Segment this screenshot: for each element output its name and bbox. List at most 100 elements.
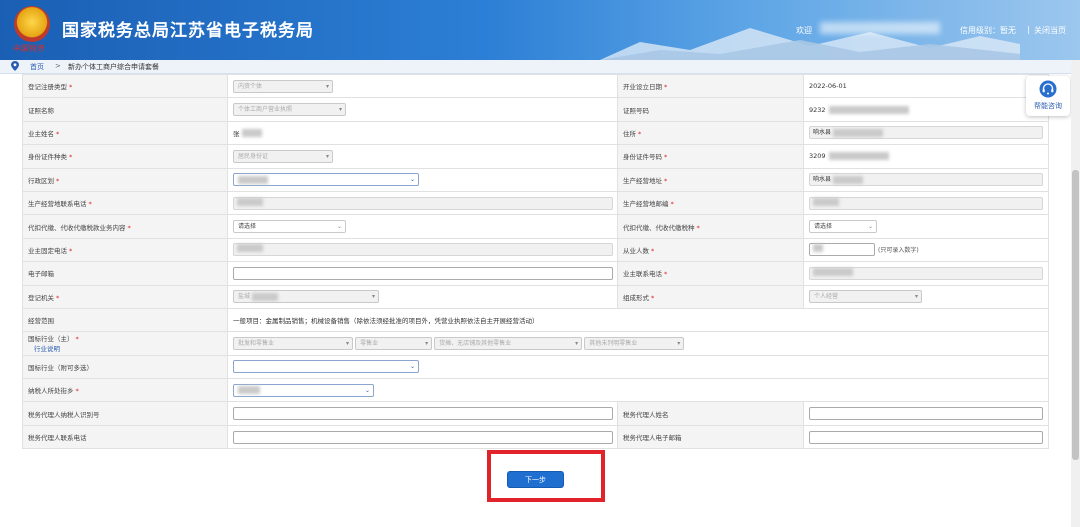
industry-select-3[interactable]: 货摊、无店铺及其他零售业 ▾ — [434, 336, 583, 350]
org-form-select[interactable]: 个人经营 ▾ — [809, 290, 922, 304]
user-name-masked — [820, 22, 940, 34]
contact-phone-label: 业主联系电话 * — [617, 261, 804, 286]
logo-subtext: 中国税务 — [12, 44, 44, 53]
biz-phone-label: 生产经营地联系电话 * — [22, 190, 228, 216]
help-consult-widget[interactable]: 帮能咨询 — [1026, 76, 1070, 116]
form-row: 经营范围 一般项目：金属制品销售；机械设备销售（除依法须经批准的项目外，凭营业执… — [22, 307, 1049, 333]
chevron-down-icon: ▾ — [325, 82, 329, 90]
industry-extra-label: 国标行业（附可多选） — [22, 354, 228, 380]
form-row: 业主姓名 * 张 住所 * 响水县 — [22, 120, 1049, 146]
scope-value: 一般项目：金属制品销售；机械设备销售（除依法须经批准的项目外，凭营业执照依法自主… — [233, 317, 539, 326]
open-date-value: 2022-06-01 — [809, 82, 847, 91]
close-page-link[interactable]: 关闭当页 — [1034, 25, 1066, 36]
industry-extra-select[interactable]: ⌄ — [233, 360, 419, 374]
masked-value — [237, 197, 263, 206]
address-input[interactable]: 响水县 — [809, 126, 1043, 140]
reg-office-label: 登记机关 * — [22, 284, 228, 309]
withhold-label: 代扣代缴、代收代缴税款业务内容 * — [22, 214, 228, 239]
owner-name-label: 业主姓名 * — [22, 120, 228, 146]
industry-select-4[interactable]: 其他未列明零售业 ▾ — [584, 336, 685, 350]
email-input[interactable] — [233, 266, 613, 280]
cert-name-select[interactable]: 个体工商户营业执照 ▾ — [233, 103, 346, 117]
help-consult-label: 帮能咨询 — [1034, 102, 1062, 110]
industry-select-1[interactable]: 批发和零售业 ▾ — [233, 336, 353, 350]
form-row: 国标行业（主） * 行业说明 批发和零售业 ▾ 零售业 ▾ 货摊、无店铺及其他零售业 ▾ … — [22, 331, 1049, 356]
reg-type-label: 登记注册类型 * — [22, 73, 228, 99]
agent-phone-input[interactable] — [233, 430, 613, 444]
staff-hint: (只可录入数字) — [878, 247, 919, 255]
agent-name-input[interactable] — [809, 407, 1043, 421]
next-step-button[interactable]: 下一步 — [507, 471, 564, 488]
cert-no-value: 9232 — [809, 105, 826, 114]
masked-value — [241, 128, 262, 137]
masked-value — [833, 128, 884, 137]
breadcrumb — [0, 60, 1080, 74]
masked-value — [237, 244, 263, 253]
form-row: 纳税人所处街乡 * ⌄ — [22, 378, 1049, 403]
location-pin-icon — [11, 61, 19, 71]
form-row: 国标行业（附可多选） ⌄ — [22, 354, 1049, 380]
masked-value — [238, 386, 260, 395]
staff-input[interactable] — [809, 243, 875, 257]
admin-region-select[interactable]: ⌄ — [233, 173, 419, 187]
industry-main-label: 国标行业（主） * 行业说明 — [22, 331, 228, 356]
headset-icon — [1039, 80, 1057, 98]
biz-address-input[interactable]: 响水县 — [809, 173, 1043, 187]
staff-label: 从业人数 * — [617, 237, 804, 263]
withhold-select[interactable]: 请选择 ⌄ — [233, 220, 346, 234]
reg-type-select[interactable]: 内资个体 ▾ — [233, 79, 333, 93]
form-row: 税务代理人纳税人识别号 税务代理人姓名 — [22, 401, 1049, 426]
scrollbar-thumb[interactable] — [1072, 170, 1079, 460]
owner-name-value: 张 — [233, 129, 240, 138]
form-row: 登记机关 * 盐城 ▾ 组成形式 * 个人经营 ▾ — [22, 284, 1049, 309]
id-type-select[interactable]: 居民身份证 ▾ — [233, 149, 333, 163]
owner-phone-label: 业主固定电话 * — [22, 237, 228, 263]
chevron-down-icon: ▾ — [425, 339, 429, 347]
id-no-value: 3209 — [809, 152, 826, 161]
welcome-text: 欢迎 — [796, 26, 812, 35]
form-row: 登记注册类型 * 内资个体 ▾ 开业设立日期 * 2022-06-01 — [22, 73, 1049, 99]
chevron-down-icon: ▾ — [677, 339, 681, 347]
owner-phone-input[interactable] — [233, 243, 613, 257]
email-label: 电子邮箱 — [22, 261, 228, 286]
chevron-down-icon: ⌄ — [867, 223, 873, 231]
cert-no-label: 证照号码 — [617, 97, 804, 122]
credit-level[interactable]: 信用级别：暂无 — [960, 25, 1016, 36]
header-separator: | — [1027, 25, 1030, 34]
agent-id-input[interactable] — [233, 407, 613, 421]
biz-postcode-input[interactable] — [809, 196, 1043, 210]
masked-value — [828, 152, 889, 161]
biz-phone-input[interactable] — [233, 196, 613, 210]
chevron-down-icon: ▾ — [345, 339, 349, 347]
street-select[interactable]: ⌄ — [233, 383, 374, 397]
industry-select-2[interactable]: 零售业 ▾ — [355, 336, 433, 350]
masked-value — [813, 197, 839, 206]
form-row: 行政区划 * ⌄ 生产经营地址 * 响水县 — [22, 167, 1049, 192]
agent-id-label: 税务代理人纳税人识别号 — [22, 401, 228, 426]
contact-phone-input[interactable] — [809, 266, 1043, 280]
id-type-label: 身份证件种类 * — [22, 144, 228, 169]
site-title: 国家税务总局江苏省电子税务局 — [62, 21, 314, 40]
industry-help-link[interactable]: 行业说明 — [34, 343, 222, 353]
agent-email-input[interactable] — [809, 430, 1043, 444]
breadcrumb-arrow: > — [55, 62, 61, 70]
form-row: 生产经营地联系电话 * 生产经营地邮编 * — [22, 190, 1049, 216]
breadcrumb-home[interactable]: 首页 — [30, 62, 44, 72]
breadcrumb-current: 新办个体工商户综合申请套餐 — [68, 63, 159, 71]
form-row: 代扣代缴、代收代缴税款业务内容 * 请选择 ⌄ 代扣代缴、代收代缴税种 * 请选择 ⌄ — [22, 214, 1049, 239]
form-row: 电子邮箱 业主联系电话 * — [22, 261, 1049, 286]
biz-postcode-label: 生产经营地邮编 * — [617, 190, 804, 216]
admin-region-label: 行政区划 * — [22, 167, 228, 192]
reg-office-select[interactable]: 盐城 ▾ — [233, 290, 379, 304]
tax-emblem-icon — [14, 6, 50, 42]
masked-value — [238, 175, 268, 184]
id-no-label: 身份证件号码 * — [617, 144, 804, 169]
chevron-down-icon: ⌄ — [336, 223, 342, 231]
agent-name-label: 税务代理人姓名 — [617, 401, 804, 426]
chevron-down-icon: ⌄ — [409, 363, 415, 371]
open-date-label: 开业设立日期 * — [617, 73, 804, 99]
chevron-down-icon: ⌄ — [364, 386, 370, 394]
withhold-tax-select[interactable]: 请选择 ⌄ — [809, 220, 877, 234]
form-row: 税务代理人联系电话 税务代理人电子邮箱 — [22, 424, 1049, 450]
scope-label: 经营范围 — [22, 307, 228, 333]
